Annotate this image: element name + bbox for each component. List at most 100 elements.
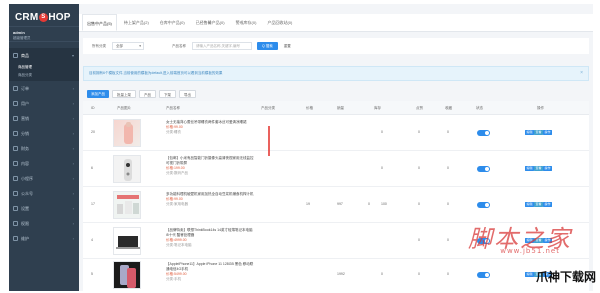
more-button[interactable]: 操作 (543, 130, 553, 135)
user-role: 超级管理员 (13, 36, 31, 40)
tab-recycle-bin[interactable]: 产品回收站(0) (263, 14, 296, 31)
sidebar-item-settings[interactable]: 设置 › (9, 201, 79, 216)
user-panel[interactable]: admin 超级管理员 (9, 26, 79, 42)
row-stock: 0 (381, 166, 383, 170)
product-thumbnail[interactable] (113, 261, 141, 289)
submenu-item-product-manage[interactable]: 商品管理 (9, 63, 79, 71)
submenu-item-product-category[interactable]: 商品分类 (9, 71, 79, 79)
action-bar: 添加产品 批量上架 产品 下架 导出 (83, 88, 589, 100)
tab-on-sale[interactable]: 出售中产品(5) (82, 14, 117, 31)
tab-warehouse[interactable]: 仓库中产品(0) (156, 14, 189, 31)
product-name-cell: 多功能料理机破壁机家用加热全自动豆浆机辅食机榨汁机 价格:99.00 分类:家用… (166, 192, 256, 207)
sidebar-item-miniprogram[interactable]: 小程序 › (9, 171, 79, 186)
edit-button[interactable]: 编辑 (525, 202, 535, 207)
sidebar-item-orders[interactable]: 订单 › (9, 81, 79, 96)
status-toggle[interactable] (477, 130, 490, 136)
sidebar-item-label: 营销 (21, 115, 29, 121)
col-name: 产品名称 (166, 106, 180, 110)
row-id: 5 (91, 272, 93, 276)
row-collect: 0 (447, 202, 449, 206)
col-sales[interactable]: 销量 (337, 101, 344, 115)
cursor-mark (268, 126, 270, 156)
more-button[interactable]: 操作 (543, 202, 553, 207)
tab-stock-alert[interactable]: 警戒库存(0) (232, 14, 261, 31)
status-toggle[interactable] (477, 272, 490, 278)
batch-product-button[interactable]: 产品 (139, 90, 156, 98)
product-title[interactable]: 【品牌特卖】联想ThinkBook14s 14英寸轻薄笔记本电脑 i5十代 酷睿… (166, 228, 256, 238)
close-icon[interactable]: × (580, 67, 583, 80)
edit-button[interactable]: 编辑 (525, 272, 535, 277)
chevron-right-icon: › (72, 146, 74, 151)
table-row: 5 【AppleiPhone11】Apple iPhone 11 128GB 黑… (83, 259, 589, 291)
product-thumbnail[interactable] (113, 119, 141, 147)
product-title[interactable]: 【包邮】小米有品智能门铃摄像头高清夜视家用无线监控可视门铃带屏 (166, 156, 256, 166)
sidebar-item-label: 商品 (21, 52, 29, 58)
status-toggle[interactable] (477, 202, 490, 208)
product-image (116, 236, 140, 249)
corner-logo: 爪神下载网 (535, 270, 596, 284)
sidebar-item-users[interactable]: 用户 › (9, 96, 79, 111)
view-button[interactable]: 查看 (534, 130, 544, 135)
col-price[interactable]: 价格 (306, 101, 313, 115)
sidebar-item-permission[interactable]: 权限 › (9, 216, 79, 231)
edit-button[interactable]: 编辑 (525, 130, 535, 135)
batch-offline-button[interactable]: 下架 (159, 90, 176, 98)
col-collect: 收藏 (445, 106, 452, 110)
row-price: 997 (337, 202, 343, 206)
add-product-button[interactable]: 添加产品 (87, 90, 109, 98)
product-thumbnail[interactable] (113, 191, 141, 219)
sidebar-item-marketing[interactable]: 营销 › (9, 111, 79, 126)
table-row: 6 【包邮】小米有品智能门铃摄像头高清夜视家用无线监控可视门铃带屏 价格:199… (83, 151, 589, 187)
product-name-cell: 女士无袖背心蕾丝吊带睡衣两件套冰丝可爱清凉睡裙 价格:99.00 分类:睡衣 (166, 120, 256, 135)
chevron-right-icon: › (72, 176, 74, 181)
sidebar-item-finance[interactable]: 财务 › (9, 141, 79, 156)
search-button[interactable]: Q 搜索 (257, 42, 278, 50)
tab-pending[interactable]: 待上架产品(2) (120, 14, 153, 31)
product-image (124, 122, 133, 144)
batch-online-button[interactable]: 批量上架 (112, 90, 136, 98)
row-collect: 0 (447, 130, 449, 134)
product-thumbnail[interactable] (113, 227, 141, 255)
doc-icon (13, 161, 18, 166)
product-name-cell: 【包邮】小米有品智能门铃摄像头高清夜视家用无线监控可视门铃带屏 价格:199.0… (166, 156, 256, 176)
category-select[interactable]: 全部 ▾ (112, 42, 144, 50)
chevron-right-icon: › (72, 101, 74, 106)
sidebar-submenu: 商品管理 商品分类 (9, 63, 79, 81)
status-toggle[interactable] (477, 166, 490, 172)
row-likes: 0 (418, 238, 420, 242)
user-icon (13, 101, 18, 106)
row-id: 6 (91, 166, 93, 170)
product-image (117, 195, 139, 214)
category-select-value: 全部 (116, 44, 123, 48)
edit-button[interactable]: 编辑 (525, 166, 535, 171)
sidebar-item-wechat[interactable]: 公众号 › (9, 186, 79, 201)
product-title[interactable]: 【AppleiPhone11】Apple iPhone 11 128GB 黑色 … (166, 262, 256, 272)
table-row: 17 多功能料理机破壁机家用加热全自动豆浆机辅食机榨汁机 价格:99.00 分类… (83, 187, 589, 223)
chevron-right-icon: › (72, 161, 74, 166)
product-thumbnail[interactable] (113, 155, 141, 183)
col-id[interactable]: ID (91, 101, 95, 115)
chevron-right-icon: › (72, 86, 74, 91)
table-row: 20 女士无袖背心蕾丝吊带睡衣两件套冰丝可爱清凉睡裙 价格:99.00 分类:睡… (83, 115, 589, 151)
reset-button[interactable]: 重置 (281, 42, 294, 50)
share-icon (13, 131, 18, 136)
more-button[interactable]: 操作 (543, 166, 553, 171)
view-button[interactable]: 查看 (534, 202, 544, 207)
col-stock[interactable]: 库存 (374, 101, 381, 115)
search-input[interactable]: 请输入产品名称,关键字,编号 (192, 42, 252, 50)
view-button[interactable]: 查看 (534, 166, 544, 171)
sidebar-item-content[interactable]: 内容 › (9, 156, 79, 171)
col-category: 产品分类 (261, 106, 275, 110)
chevron-right-icon: › (72, 206, 74, 211)
sidebar-item-products[interactable]: 商品 ▾ (9, 48, 79, 63)
sidebar-item-distribution[interactable]: 分销 › (9, 126, 79, 141)
app-icon (13, 176, 18, 181)
col-image: 产品图片 (117, 106, 131, 110)
tab-sold-out[interactable]: 已经售馨产品(0) (192, 14, 229, 31)
product-tabs: 出售中产品(5) 待上架产品(2) 仓库中产品(0) 已经售馨产品(0) 警戒库… (79, 14, 593, 32)
app-logo[interactable]: CRM S HOP (15, 11, 71, 23)
export-button[interactable]: 导出 (179, 90, 196, 98)
row-sales: 0 (368, 202, 370, 206)
row-collect: 0 (447, 238, 449, 242)
sidebar-item-maintenance[interactable]: 维护 › (9, 231, 79, 246)
